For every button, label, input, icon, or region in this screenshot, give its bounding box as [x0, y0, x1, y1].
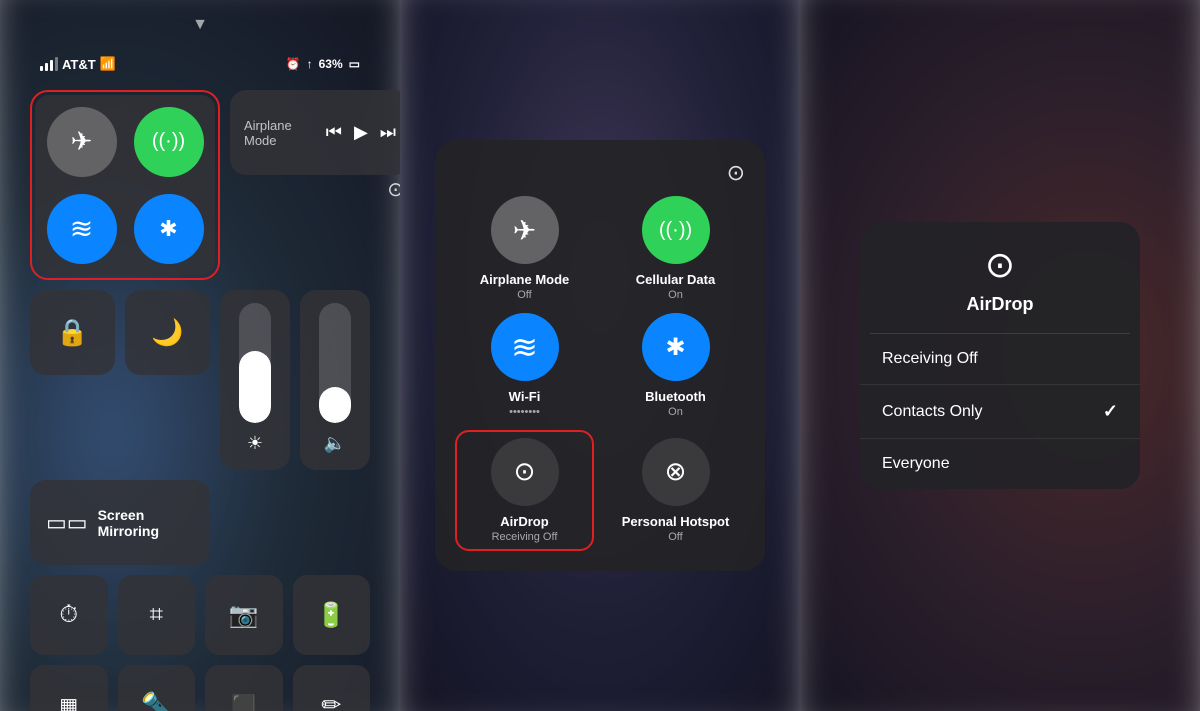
camera-button[interactable]: 📷: [205, 575, 283, 655]
airdrop-cell[interactable]: ⊙ AirDrop Receiving Off: [455, 430, 594, 551]
airdrop-circle: ⊙: [491, 438, 559, 506]
nav-icon: ↑: [307, 57, 313, 71]
battery-icon: ▭: [349, 57, 360, 71]
next-button[interactable]: ⏭: [380, 122, 396, 143]
carrier-label: AT&T: [62, 57, 96, 72]
volume-slider[interactable]: 🔈: [300, 290, 370, 470]
airdrop-menu-header: ⊙ AirDrop: [860, 222, 1140, 333]
airplane-mode-cell[interactable]: ✈ Airplane Mode Off: [455, 196, 594, 301]
cellular-data-label: Cellular Data: [636, 272, 715, 289]
alarm-icon: ⏰: [286, 57, 301, 71]
remote-button[interactable]: ⬛: [205, 665, 283, 711]
volume-icon: 🔈: [324, 433, 346, 454]
cellular-data-circle: ((·)): [642, 196, 710, 264]
status-bar: AT&T 📶 ⏰ ↑ 63% ▭: [20, 44, 380, 80]
airplane-mode-button[interactable]: ✈: [47, 107, 117, 177]
bluetooth-circle: ✱: [642, 313, 710, 381]
airplane-mode-sublabel: Off: [480, 289, 570, 301]
right-panel: ⊙ AirDrop Receiving Off Contacts Only ✓ …: [800, 0, 1200, 711]
signal-bars: [40, 57, 58, 71]
do-not-disturb-button[interactable]: 🌙: [125, 290, 210, 375]
personal-hotspot-cell[interactable]: ⊗ Personal Hotspot Off: [606, 430, 745, 551]
flashlight-button[interactable]: 🔦: [118, 665, 196, 711]
brightness-icon: ☀: [247, 433, 263, 454]
battery-mode-button[interactable]: 🔋: [293, 575, 371, 655]
timer-button[interactable]: ⏱: [30, 575, 108, 655]
airdrop-everyone-option[interactable]: Everyone: [860, 439, 1140, 489]
music-widget: Airplane Mode ⏮ ▶ ⏭: [230, 90, 400, 175]
airplay-button[interactable]: ⊙: [727, 160, 745, 186]
personal-hotspot-sublabel: Off: [622, 531, 730, 543]
airdrop-label: AirDrop: [492, 514, 558, 531]
airdrop-receiving-off-option[interactable]: Receiving Off: [860, 334, 1140, 385]
screen-mirroring-label: Screen Mirroring: [98, 507, 194, 539]
cellular-data-sublabel: On: [636, 289, 715, 301]
wifi-button[interactable]: ≋: [47, 194, 117, 264]
airdrop-menu-title: AirDrop: [967, 294, 1034, 315]
prev-button[interactable]: ⏮: [326, 122, 342, 143]
wifi-label: Wi-Fi: [509, 389, 541, 406]
brightness-slider[interactable]: ☀: [220, 290, 290, 470]
airplay-small-icon[interactable]: ⊙: [387, 177, 400, 202]
connectivity-grid-wrapper: ✈ ((·)) ≋ ✱: [30, 90, 220, 280]
airdrop-contacts-only-option[interactable]: Contacts Only ✓: [860, 385, 1140, 439]
swipe-chevron: ▼: [20, 10, 380, 34]
calculator-button[interactable]: ⌗: [118, 575, 196, 655]
bluetooth-cell[interactable]: ✱ Bluetooth On: [606, 313, 745, 418]
now-playing-label: Airplane Mode: [244, 118, 326, 148]
personal-hotspot-circle: ⊗: [642, 438, 710, 506]
bluetooth-label: Bluetooth: [645, 389, 706, 406]
contacts-only-check: ✓: [1103, 401, 1118, 422]
bluetooth-button[interactable]: ✱: [134, 194, 204, 264]
battery-percentage: 63%: [319, 57, 343, 71]
everyone-label: Everyone: [882, 455, 950, 473]
wifi-circle: ≋: [491, 313, 559, 381]
rotation-lock-button[interactable]: 🔒: [30, 290, 115, 375]
left-panel: ▼ AT&T 📶 ⏰ ↑ 63% ▭: [0, 0, 400, 711]
airplane-mode-label: Airplane Mode: [480, 272, 570, 289]
wifi-network-label: ••••••••: [509, 406, 541, 418]
wifi-cell[interactable]: ≋ Wi-Fi ••••••••: [455, 313, 594, 418]
wifi-status-icon: 📶: [100, 56, 116, 72]
qr-scanner-button[interactable]: ▦: [30, 665, 108, 711]
connectivity-grid-expanded: ✈ Airplane Mode Off ((·)) Cellular Data …: [455, 196, 745, 551]
notes-button[interactable]: ✏: [293, 665, 371, 711]
airdrop-large-icon: ⊙: [985, 244, 1015, 286]
cellular-data-cell[interactable]: ((·)) Cellular Data On: [606, 196, 745, 301]
receiving-off-label: Receiving Off: [882, 350, 978, 368]
contacts-only-label: Contacts Only: [882, 403, 982, 421]
bluetooth-sublabel: On: [645, 406, 706, 418]
play-button[interactable]: ▶: [354, 122, 368, 143]
screen-mirroring-icon: ▭▭: [46, 510, 88, 536]
personal-hotspot-label: Personal Hotspot: [622, 514, 730, 531]
music-controls[interactable]: ⏮ ▶ ⏭: [326, 122, 396, 143]
connectivity-expanded-card: ⊙ ✈ Airplane Mode Off ((·)) Cellular Dat…: [435, 140, 765, 571]
screen-mirroring-button[interactable]: ▭▭ Screen Mirroring: [30, 480, 210, 565]
mid-panel: ⊙ ✈ Airplane Mode Off ((·)) Cellular Dat…: [400, 0, 800, 711]
cellular-button[interactable]: ((·)): [134, 107, 204, 177]
airdrop-context-menu: ⊙ AirDrop Receiving Off Contacts Only ✓ …: [860, 222, 1140, 489]
airplane-mode-circle: ✈: [491, 196, 559, 264]
airdrop-sublabel: Receiving Off: [492, 531, 558, 543]
connectivity-grid: ✈ ((·)) ≋ ✱: [35, 95, 215, 275]
